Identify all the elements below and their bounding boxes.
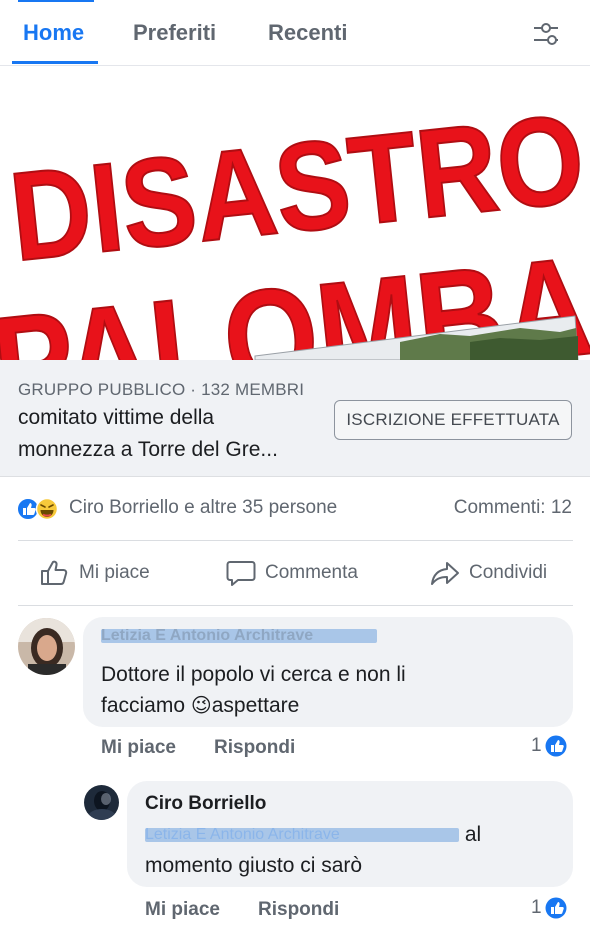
reply-text-line2: momento giusto ci sarò <box>145 854 363 877</box>
share-button[interactable]: Condividi <box>430 559 547 587</box>
tab-recenti[interactable]: Recenti <box>268 20 347 46</box>
tab-preferiti[interactable]: Preferiti <box>133 20 216 46</box>
like-reaction-icon <box>17 498 39 520</box>
comment-button-label: Commenta <box>265 562 358 583</box>
comment-like-count[interactable]: 1 <box>531 735 567 757</box>
reaction-icons <box>17 497 65 521</box>
comment-author-name[interactable]: Letizia E Antonio Architrave <box>101 629 377 643</box>
group-name[interactable]: comitato vittime della monnezza a Torre … <box>18 402 318 466</box>
reply-reply-link[interactable]: Rispondi <box>258 899 339 921</box>
reply-author-name[interactable]: Ciro Borriello <box>145 793 266 815</box>
group-cover-image[interactable]: DISASTRO PALOMBA <box>0 66 590 360</box>
comment-bubble-icon <box>226 561 256 586</box>
like-reaction-icon <box>545 735 567 757</box>
group-name-line2: monnezza a Torre del Gre... <box>18 438 278 461</box>
comment-like-link[interactable]: Mi piace <box>101 737 176 759</box>
share-arrow-icon <box>431 562 459 585</box>
wink-emoji-icon: 😉 <box>190 695 212 717</box>
tab-home[interactable]: Home <box>23 20 84 46</box>
active-tab-top-indicator <box>18 0 94 2</box>
like-button[interactable]: Mi piace <box>40 559 150 587</box>
comment-bubble[interactable]: Letizia E Antonio Architrave Dottore il … <box>83 617 573 727</box>
reply-like-link[interactable]: Mi piace <box>145 899 220 921</box>
reply-bubble[interactable]: Ciro Borriello Letizia E Antonio Architr… <box>127 781 573 887</box>
sliders-icon[interactable] <box>528 18 564 50</box>
mention-link[interactable]: Letizia E Antonio Architrave <box>145 828 459 843</box>
reactions-summary[interactable]: Ciro Borriello e altre 35 persone Commen… <box>0 478 590 540</box>
joined-button[interactable]: ISCRIZIONE EFFETTUATA <box>334 400 572 440</box>
comment-button[interactable]: Commenta <box>226 559 358 587</box>
share-button-label: Condividi <box>469 562 548 583</box>
like-reaction-icon <box>545 897 567 919</box>
avatar[interactable] <box>84 785 119 820</box>
active-tab-underline <box>12 61 98 64</box>
group-info-panel: GRUPPO PUBBLICO · 132 MEMBRI comitato vi… <box>0 360 590 477</box>
post-actions-bar: Mi piace Commenta Condividi <box>0 541 590 605</box>
reply-like-count[interactable]: 1 <box>531 897 567 919</box>
divider <box>18 605 573 606</box>
top-tab-bar: Home Preferiti Recenti <box>0 0 590 66</box>
comments-count[interactable]: Commenti: 12 <box>454 497 572 519</box>
haha-reaction-icon <box>35 497 59 521</box>
group-name-line1: comitato vittime della <box>18 406 215 429</box>
reactions-text: Ciro Borriello e altre 35 persone <box>69 497 338 518</box>
comment-reply-link[interactable]: Rispondi <box>214 737 295 759</box>
group-meta: GRUPPO PUBBLICO · 132 MEMBRI <box>18 380 305 399</box>
avatar[interactable] <box>18 618 75 675</box>
thumbs-up-icon <box>41 560 68 585</box>
comment-text: Dottore il popolo vi cerca e non li facc… <box>101 663 406 717</box>
like-button-label: Mi piace <box>79 562 150 583</box>
reply-text-line1: Letizia E Antonio Architrave al <box>145 823 482 846</box>
